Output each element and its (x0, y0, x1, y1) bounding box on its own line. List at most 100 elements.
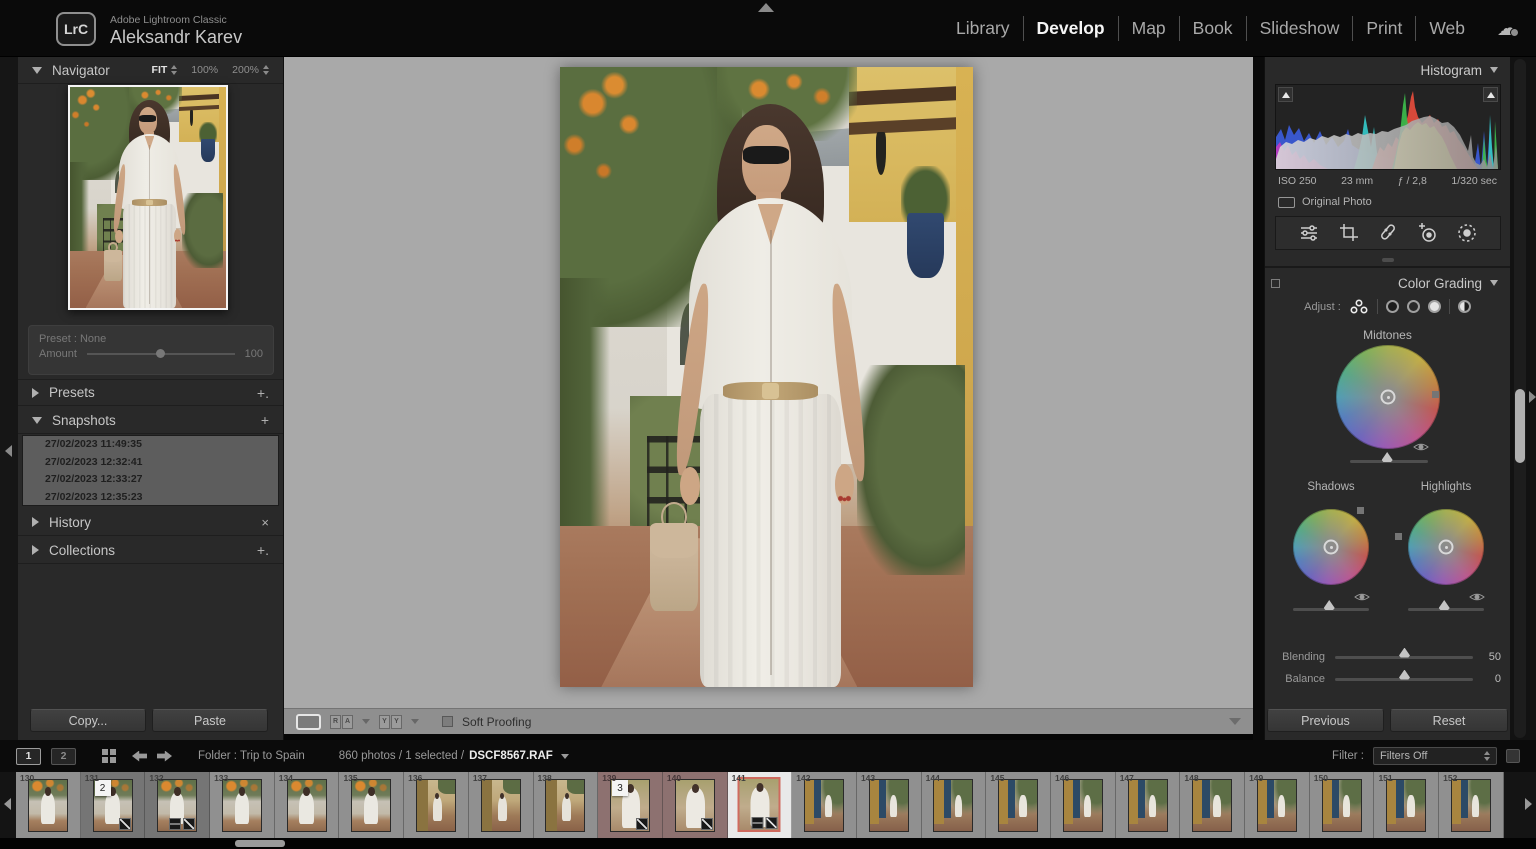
midtones-visibility-eye-icon[interactable] (1413, 441, 1429, 453)
photo-thumbnail[interactable] (998, 779, 1039, 832)
filmstrip-cell[interactable]: 136 (404, 772, 469, 838)
module-picker-item[interactable]: Slideshow (1245, 16, 1353, 41)
filmstrip-cell[interactable]: 147 (1115, 772, 1181, 838)
shadows-luminance-slider[interactable] (1293, 600, 1369, 611)
photo-thumbnail[interactable] (1386, 779, 1427, 832)
cloud-sync-icon[interactable]: ☁ (1497, 16, 1519, 41)
module-picker-item[interactable]: Print (1352, 16, 1415, 41)
zoom-100[interactable]: 100% (191, 64, 218, 76)
filmstrip-cell[interactable]: 134 (274, 772, 340, 838)
snapshot-item[interactable]: 27/02/2023 12:33:27 (23, 471, 278, 489)
filmstrip-cell[interactable]: 145 (986, 772, 1051, 838)
photo-thumbnail[interactable] (804, 779, 845, 832)
amount-slider-thumb[interactable] (156, 349, 166, 358)
red-eye-tool-icon[interactable] (1417, 222, 1439, 244)
photo-thumbnail[interactable] (1450, 779, 1491, 832)
snapshots-section-header[interactable]: Snapshots + (18, 407, 283, 434)
photo-thumbnail[interactable] (351, 779, 392, 832)
filmstrip-cell[interactable]: 141 (727, 772, 793, 838)
navigator-preview[interactable] (68, 85, 228, 310)
compare-dropdown-icon[interactable] (362, 719, 370, 724)
snapshot-item[interactable]: 27/02/2023 12:35:23 (23, 489, 278, 507)
basic-adjustments-icon[interactable] (1298, 222, 1320, 244)
wheel-mini-square[interactable] (1432, 391, 1439, 398)
photo-thumbnail[interactable] (1321, 779, 1362, 832)
photo-thumbnail[interactable] (415, 779, 456, 832)
go-back-arrow[interactable] (132, 750, 147, 762)
filmstrip-cell[interactable]: 149 (1245, 772, 1310, 838)
photo-thumbnail[interactable] (27, 779, 68, 832)
filmstrip-scrollbar-thumb[interactable] (235, 840, 285, 847)
main-window-button[interactable]: 1 (16, 747, 41, 765)
soft-proofing-checkbox[interactable] (442, 716, 453, 727)
survey-dropdown-icon[interactable] (411, 719, 419, 724)
filter-switch[interactable] (1506, 749, 1520, 763)
previous-button[interactable]: Previous (1267, 709, 1384, 732)
filmstrip-cell[interactable]: 140 (662, 772, 728, 838)
zoom-stepper-icon[interactable] (263, 65, 269, 75)
color-grading-header[interactable]: Color Grading (1265, 271, 1510, 295)
slider-thumb[interactable] (1381, 452, 1393, 462)
snapshot-item[interactable]: 27/02/2023 12:32:41 (23, 454, 278, 472)
second-window-button[interactable]: 2 (51, 747, 76, 765)
slider-thumb[interactable] (1399, 647, 1410, 658)
photo-thumbnail[interactable] (480, 779, 521, 832)
filmstrip-cell[interactable]: 151 (1374, 772, 1440, 838)
filmstrip-cell[interactable]: 148 (1180, 772, 1246, 838)
grid-view-icon[interactable] (102, 749, 108, 755)
filmstrip-cell[interactable]: 131 2 (80, 772, 146, 838)
photo-thumbnail[interactable] (1192, 779, 1233, 832)
module-picker-item[interactable]: Web (1415, 16, 1478, 41)
panel-toggle-icon[interactable] (1271, 278, 1280, 288)
snapshot-item[interactable]: 27/02/2023 11:49:35 (23, 436, 278, 454)
zoom-200[interactable]: 200% (232, 64, 259, 76)
collapse-left-panel-arrow[interactable] (5, 445, 12, 457)
photo-thumbnail[interactable] (221, 779, 262, 832)
photo-thumbnail[interactable] (737, 777, 781, 832)
filmstrip-cell[interactable]: 130 (16, 772, 81, 838)
highlights-wheel-icon[interactable] (1427, 300, 1441, 313)
crop-tool-icon[interactable] (1338, 222, 1360, 244)
filmstrip-cell[interactable]: 139 3 (598, 772, 663, 838)
add-preset-button[interactable]: +. (257, 385, 269, 401)
clear-history-button[interactable]: × (261, 515, 269, 530)
wheel-center-marker[interactable] (1380, 389, 1396, 405)
healing-tool-icon[interactable] (1377, 222, 1399, 244)
panel-scrollbar[interactable] (1514, 59, 1526, 738)
filmstrip-cell[interactable]: 144 (921, 772, 987, 838)
zoom-fit[interactable]: FIT (152, 64, 168, 76)
filmstrip-cell[interactable]: 137 (468, 772, 534, 838)
photo-thumbnail[interactable] (933, 779, 974, 832)
module-picker-item[interactable]: Map (1117, 16, 1179, 41)
copy-button[interactable]: Copy... (30, 709, 146, 732)
midtones-color-wheel[interactable] (1336, 345, 1440, 449)
photo-thumbnail[interactable] (1062, 779, 1103, 832)
three-way-wheels-icon[interactable] (1349, 299, 1369, 314)
survey-view-icon[interactable]: YY (379, 714, 402, 729)
add-collection-button[interactable]: +. (257, 542, 269, 558)
main-photo[interactable] (560, 67, 973, 687)
filmstrip-cell[interactable]: 152 (1439, 772, 1504, 838)
reset-button[interactable]: Reset (1390, 709, 1508, 732)
filmstrip-cell[interactable]: 138 (533, 772, 599, 838)
selection-status[interactable]: 860 photos / 1 selected / DSCF8567.RAF (339, 750, 569, 762)
filmstrip-cell[interactable]: 142 (792, 772, 857, 838)
presets-section-header[interactable]: Presets +. (18, 379, 283, 406)
module-picker-item[interactable]: Book (1178, 16, 1246, 41)
collapse-right-panel-arrow[interactable] (1529, 391, 1536, 403)
collapse-top-panel-arrow[interactable] (758, 3, 774, 12)
highlights-luminance-slider[interactable] (1408, 600, 1484, 611)
photo-thumbnail[interactable] (545, 779, 586, 832)
slider-thumb[interactable] (1323, 600, 1335, 610)
collections-section-header[interactable]: Collections +. (18, 537, 283, 564)
paste-button[interactable]: Paste (152, 709, 268, 732)
panel-scrollbar-thumb[interactable] (1515, 389, 1525, 463)
photo-thumbnail[interactable]: 2 (92, 779, 133, 832)
module-picker-item[interactable]: Library (943, 16, 1023, 41)
add-snapshot-button[interactable]: + (261, 412, 269, 428)
photo-thumbnail[interactable] (157, 779, 198, 832)
histogram-header[interactable]: Histogram (1265, 57, 1510, 83)
blending-slider[interactable] (1335, 647, 1473, 659)
wheel-center-marker[interactable] (1323, 539, 1339, 555)
masking-tool-icon[interactable] (1456, 222, 1478, 244)
